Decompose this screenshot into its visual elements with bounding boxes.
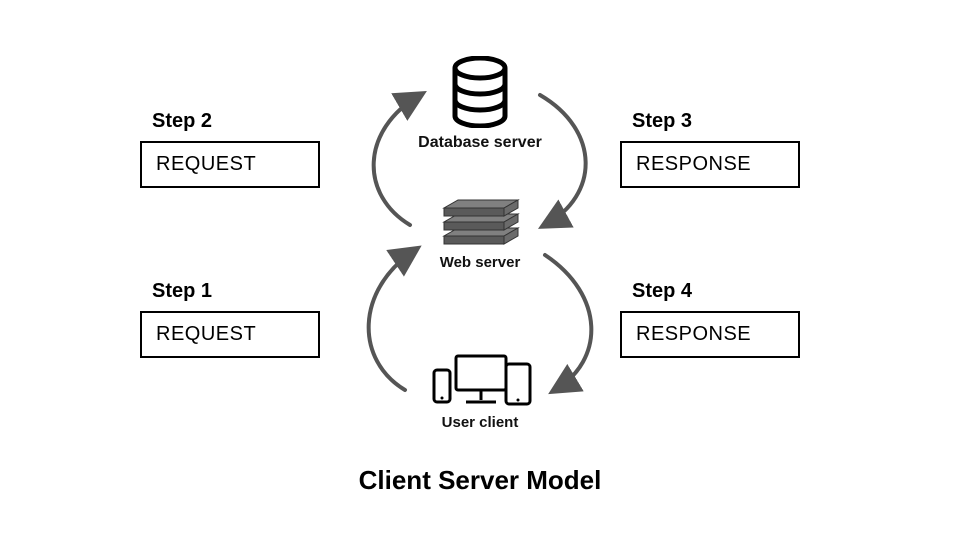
step-1: Step 1 REQUEST (140, 280, 320, 358)
database-label: Database server (380, 134, 580, 152)
step-3-box: RESPONSE (620, 141, 800, 188)
user-client-label: User client (380, 414, 580, 431)
diagram-title: Client Server Model (0, 465, 960, 496)
step-4-title: Step 4 (632, 280, 800, 303)
step-2-box: REQUEST (140, 141, 320, 188)
step-2: Step 2 REQUEST (140, 110, 320, 188)
web-server-icon (434, 192, 528, 248)
step-3: Step 3 RESPONSE (620, 110, 800, 188)
step-1-box: REQUEST (140, 311, 320, 358)
web-server-label: Web server (380, 254, 580, 271)
step-4-box: RESPONSE (620, 311, 800, 358)
step-2-title: Step 2 (152, 110, 320, 133)
user-client-icon (428, 352, 534, 410)
step-4: Step 4 RESPONSE (620, 280, 800, 358)
step-1-title: Step 1 (152, 280, 320, 303)
step-3-title: Step 3 (632, 110, 800, 133)
database-icon (450, 56, 510, 128)
